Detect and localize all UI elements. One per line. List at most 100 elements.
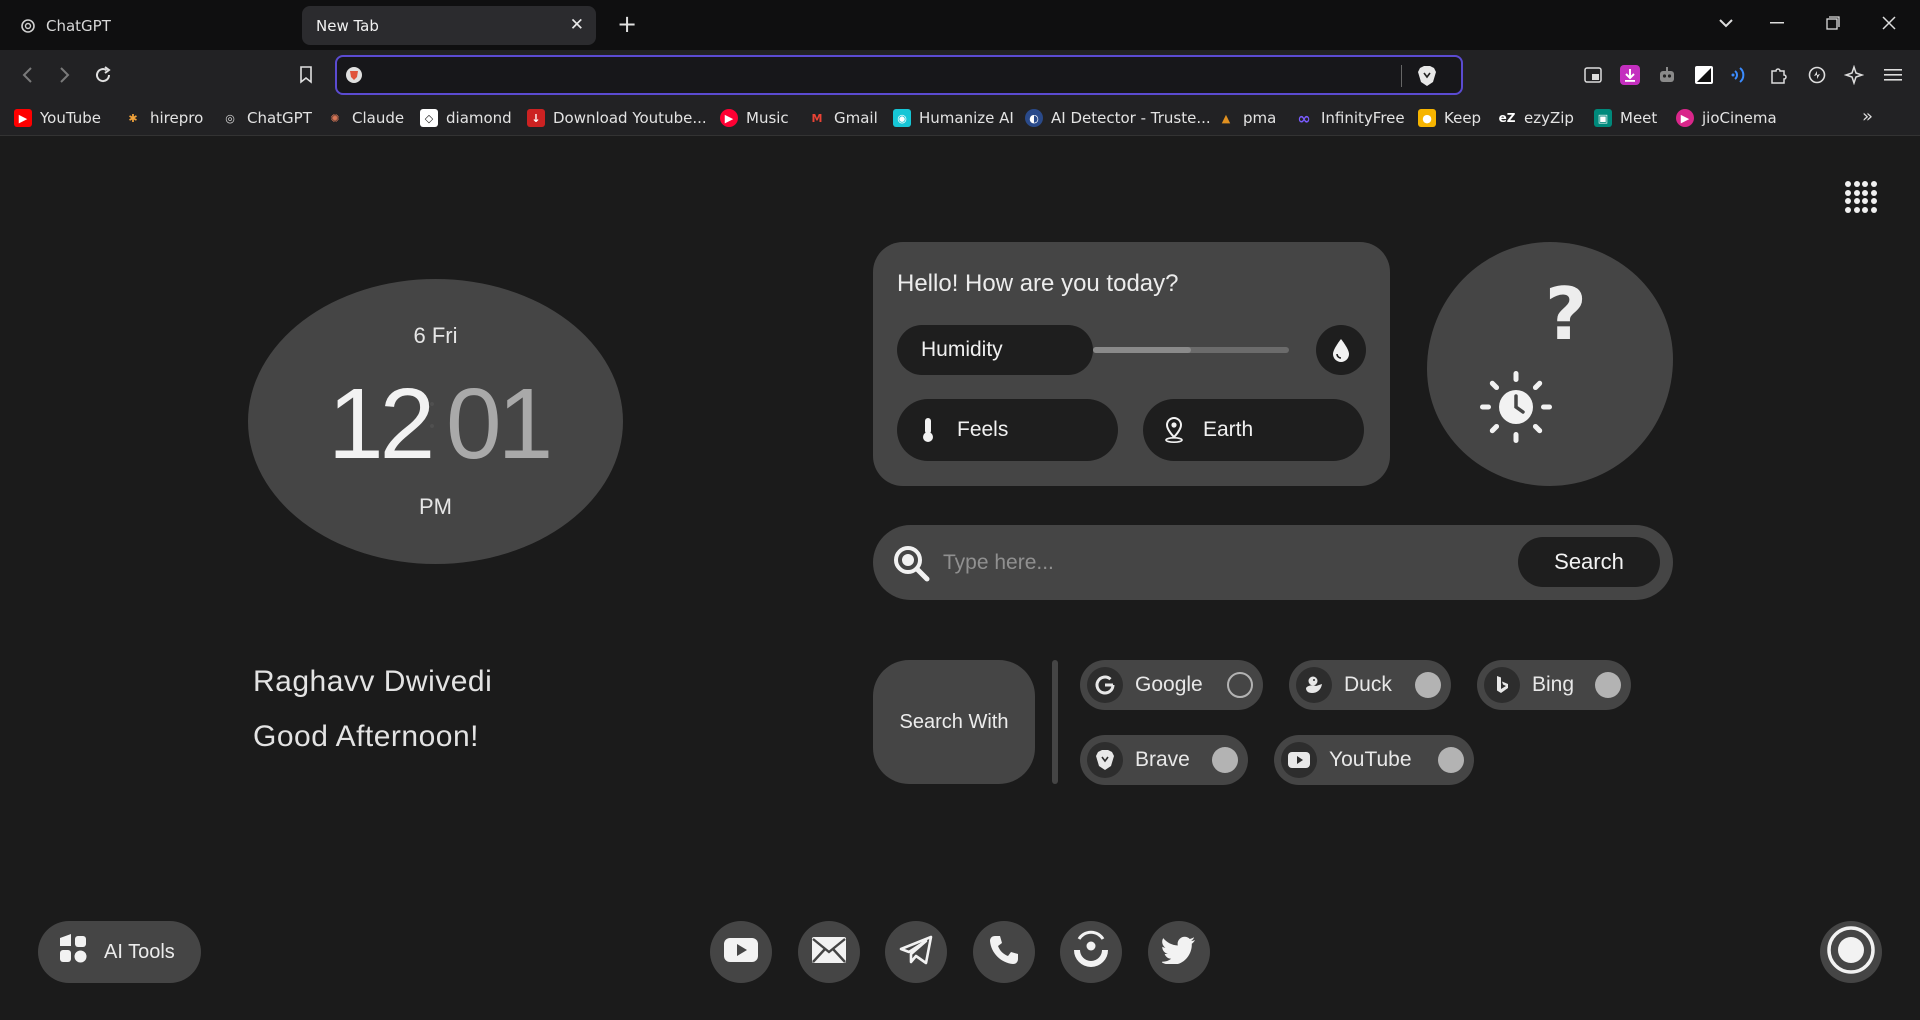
- gmail-icon: M: [811, 111, 823, 125]
- chatgpt-icon: ◎: [225, 111, 235, 125]
- dock-phone-button[interactable]: [973, 921, 1035, 983]
- record-button[interactable]: [1820, 921, 1882, 983]
- search-input[interactable]: [943, 543, 1503, 583]
- engine-label: Duck: [1344, 673, 1392, 696]
- bookmark-label: Download Youtube...: [553, 109, 707, 127]
- clock-widget: 6 Fri 12 01 PM: [248, 279, 623, 564]
- address-bar[interactable]: [335, 55, 1463, 95]
- bookmark-hirepro[interactable]: ✱ hirepro: [124, 108, 203, 128]
- hirepro-icon: ✱: [128, 111, 138, 125]
- tab-label: New Tab: [316, 16, 379, 35]
- bookmark-claude[interactable]: ✺ Claude: [326, 108, 404, 128]
- ai-tools-button[interactable]: AI Tools: [38, 921, 201, 983]
- telegram-icon: [899, 935, 933, 969]
- engine-radio-youtube[interactable]: [1438, 747, 1464, 773]
- download-extension-icon[interactable]: [1619, 64, 1641, 86]
- tab-search-chevron-icon[interactable]: [1715, 12, 1737, 34]
- bookmark-download-youtube[interactable]: ↓ Download Youtube...: [527, 108, 707, 128]
- engine-radio-bing[interactable]: [1595, 672, 1621, 698]
- restore-icon[interactable]: [1822, 12, 1844, 34]
- engine-duck[interactable]: Duck: [1289, 660, 1451, 710]
- engine-label: YouTube: [1329, 748, 1412, 771]
- pma-icon: ▲: [1221, 111, 1231, 125]
- dock-camera-button[interactable]: [1060, 921, 1122, 983]
- search-button[interactable]: Search: [1518, 537, 1660, 587]
- bookmark-jiocinema[interactable]: ▶ jioCinema: [1676, 108, 1777, 128]
- water-drop-icon: [1316, 325, 1366, 375]
- search-bar: Search: [873, 525, 1673, 600]
- close-tab-icon[interactable]: ✕: [570, 15, 584, 35]
- read-aloud-icon[interactable]: [1730, 64, 1752, 86]
- dock-mail-button[interactable]: [798, 921, 860, 983]
- brave-shields-icon[interactable]: [1417, 65, 1437, 91]
- engine-radio-duck[interactable]: [1415, 672, 1441, 698]
- dock-telegram-button[interactable]: [885, 921, 947, 983]
- twitter-icon: [1160, 936, 1196, 968]
- bookmark-pma[interactable]: ▲ pma: [1217, 108, 1277, 128]
- forward-icon[interactable]: [52, 62, 78, 88]
- duck-icon: [1296, 667, 1332, 703]
- reload-icon[interactable]: [90, 62, 116, 88]
- leo-ai-icon[interactable]: [1843, 64, 1865, 86]
- engine-brave[interactable]: Brave: [1080, 735, 1248, 785]
- engine-youtube[interactable]: YouTube: [1274, 735, 1474, 785]
- bookmark-label: diamond: [446, 109, 512, 127]
- tab-new-tab[interactable]: New Tab ✕: [302, 6, 596, 45]
- engine-label: Google: [1135, 673, 1203, 696]
- bookmark-label: YouTube: [40, 109, 101, 127]
- robot-extension-icon[interactable]: [1656, 64, 1678, 86]
- bookmark-label: hirepro: [150, 109, 204, 127]
- weather-widget: Hello! How are you today? Humidity Feels…: [873, 242, 1390, 486]
- picture-in-picture-icon[interactable]: [1582, 64, 1604, 86]
- new-tab-button[interactable]: +: [612, 10, 642, 40]
- keep-icon: ●: [1418, 109, 1436, 127]
- minimize-icon[interactable]: [1766, 12, 1788, 34]
- bookmark-infinityfree[interactable]: ∞ InfinityFree: [1295, 108, 1404, 128]
- bookmark-ezyzip[interactable]: eZ ezyZip: [1498, 108, 1574, 128]
- ai-tools-icon: [56, 932, 90, 972]
- menu-hamburger-icon[interactable]: [1882, 64, 1904, 86]
- search-with-divider: [1052, 660, 1058, 784]
- bookmark-label: Humanize AI: [919, 109, 1014, 127]
- bookmark-page-icon[interactable]: [293, 62, 319, 88]
- bookmark-label: ezyZip: [1524, 109, 1574, 127]
- bookmark-chatgpt[interactable]: ◎ ChatGPT: [221, 108, 312, 128]
- sync-icon[interactable]: [1806, 64, 1828, 86]
- more-bookmarks-chevron-icon[interactable]: »: [1862, 106, 1873, 127]
- tab-label: ChatGPT: [46, 16, 111, 35]
- bookmark-diamond[interactable]: ◇ diamond: [420, 108, 512, 128]
- youtube-icon: [1281, 742, 1317, 778]
- bookmark-gmail[interactable]: M Gmail: [808, 108, 878, 128]
- engine-google[interactable]: Google: [1080, 660, 1263, 710]
- notion-clip-icon[interactable]: [1693, 64, 1715, 86]
- bookmark-meet[interactable]: ▣ Meet: [1594, 108, 1657, 128]
- engine-radio-google[interactable]: [1227, 672, 1253, 698]
- address-input[interactable]: [371, 61, 1411, 89]
- diamond-icon: ◇: [420, 109, 438, 127]
- back-icon[interactable]: [14, 62, 40, 88]
- bookmark-label: Keep: [1444, 109, 1482, 127]
- camera-icon: [1071, 930, 1111, 974]
- tab-chatgpt[interactable]: ChatGPT: [6, 6, 296, 45]
- apps-grid-icon[interactable]: [1845, 181, 1877, 213]
- bookmark-ai-detector[interactable]: ◐ AI Detector - Truste...: [1025, 108, 1211, 128]
- clock-ampm: PM: [419, 494, 452, 519]
- humanize-icon: ◉: [893, 109, 911, 127]
- bookmark-label: pma: [1243, 109, 1277, 127]
- bookmark-youtube[interactable]: ▶ YouTube: [14, 108, 101, 128]
- bookmark-label: Meet: [1620, 109, 1658, 127]
- dock-youtube-button[interactable]: [710, 921, 772, 983]
- extensions-puzzle-icon[interactable]: [1767, 64, 1789, 86]
- close-window-icon[interactable]: [1878, 12, 1900, 34]
- dock-twitter-button[interactable]: [1148, 921, 1210, 983]
- bookmark-keep[interactable]: ● Keep: [1418, 108, 1481, 128]
- youtube-icon: [724, 938, 758, 966]
- engine-radio-brave[interactable]: [1212, 747, 1238, 773]
- location-chip: Earth: [1143, 399, 1364, 461]
- thermometer-icon: [915, 417, 941, 443]
- ezyzip-icon: eZ: [1498, 111, 1516, 125]
- bookmark-label: Gmail: [834, 109, 878, 127]
- bookmark-music[interactable]: ▶ Music: [720, 108, 789, 128]
- engine-bing[interactable]: Bing: [1477, 660, 1631, 710]
- bookmark-humanize-ai[interactable]: ◉ Humanize AI: [893, 108, 1014, 128]
